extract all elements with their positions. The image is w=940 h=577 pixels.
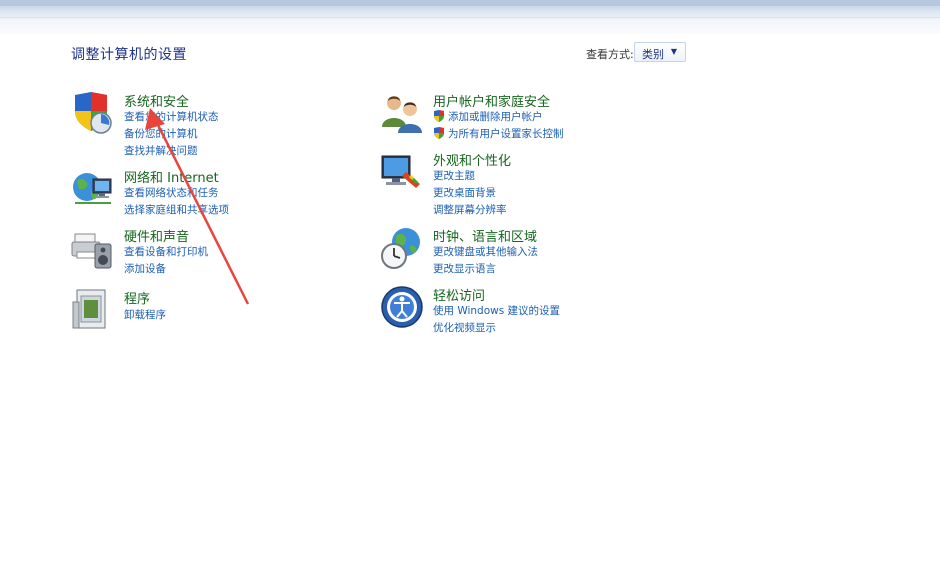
link-backup-computer[interactable]: 备份您的计算机 xyxy=(124,126,198,141)
clock-globe-icon[interactable] xyxy=(380,226,424,270)
uac-shield-icon xyxy=(434,110,444,122)
appearance-icon[interactable] xyxy=(380,150,424,194)
category-title-system-security[interactable]: 系统和安全 xyxy=(124,91,189,110)
top-bar-divider xyxy=(0,17,940,18)
view-by-value: 类别 xyxy=(642,48,664,61)
link-parental-controls-label: 为所有用户设置家长控制 xyxy=(448,128,564,140)
printer-speaker-icon[interactable] xyxy=(71,226,115,270)
category-programs: 程序 卸载程序 xyxy=(71,288,371,332)
link-optimize-video-display[interactable]: 优化视频显示 xyxy=(433,320,496,335)
link-parental-controls[interactable]: 为所有用户设置家长控制 xyxy=(433,126,564,141)
category-system-security: 系统和安全 查看您的计算机状态 备份您的计算机 查找并解决问题 xyxy=(71,91,371,161)
ease-of-access-icon[interactable] xyxy=(380,285,424,329)
uac-shield-icon xyxy=(434,127,444,139)
link-change-display-language[interactable]: 更改显示语言 xyxy=(433,261,496,276)
view-by-dropdown[interactable]: 类别 ▼ xyxy=(634,42,686,62)
link-add-remove-accounts-label: 添加或删除用户帐户 xyxy=(448,111,543,123)
link-find-fix-problems[interactable]: 查找并解决问题 xyxy=(124,143,198,158)
link-desktop-background[interactable]: 更改桌面背景 xyxy=(433,185,496,200)
category-title-network-internet[interactable]: 网络和 Internet xyxy=(124,167,219,186)
link-add-remove-accounts[interactable]: 添加或删除用户帐户 xyxy=(433,109,543,124)
link-view-computer-status[interactable]: 查看您的计算机状态 xyxy=(124,109,219,124)
programs-icon[interactable] xyxy=(71,288,115,332)
link-network-status-tasks[interactable]: 查看网络状态和任务 xyxy=(124,185,219,200)
link-screen-resolution[interactable]: 调整屏幕分辨率 xyxy=(433,202,507,217)
category-hardware-sound: 硬件和声音 查看设备和打印机 添加设备 xyxy=(71,226,371,278)
category-appearance: 外观和个性化 更改主题 更改桌面背景 调整屏幕分辨率 xyxy=(380,150,700,220)
network-globe-icon[interactable] xyxy=(71,167,115,211)
category-title-clock-language-region[interactable]: 时钟、语言和区域 xyxy=(433,226,537,245)
category-user-accounts: 用户帐户和家庭安全 添加或删除用户帐户 为所有用户设置家长控制 xyxy=(380,91,700,143)
view-by-label: 查看方式: xyxy=(586,48,634,61)
link-add-device[interactable]: 添加设备 xyxy=(124,261,166,276)
link-change-input-methods[interactable]: 更改键盘或其他输入法 xyxy=(433,244,538,259)
category-title-appearance[interactable]: 外观和个性化 xyxy=(433,150,511,169)
page-title: 调整计算机的设置 xyxy=(71,47,187,63)
window-top-bar xyxy=(0,0,940,34)
category-title-hardware-sound[interactable]: 硬件和声音 xyxy=(124,226,189,245)
shield-pc-icon[interactable] xyxy=(71,91,115,135)
category-ease-of-access: 轻松访问 使用 Windows 建议的设置 优化视频显示 xyxy=(380,285,700,337)
category-title-ease-of-access[interactable]: 轻松访问 xyxy=(433,285,485,304)
link-change-theme[interactable]: 更改主题 xyxy=(433,168,475,183)
category-title-programs[interactable]: 程序 xyxy=(124,288,150,307)
chevron-down-icon: ▼ xyxy=(670,47,677,56)
link-homegroup-sharing[interactable]: 选择家庭组和共享选项 xyxy=(124,202,229,217)
link-recommended-settings[interactable]: 使用 Windows 建议的设置 xyxy=(433,303,560,318)
users-icon[interactable] xyxy=(380,91,424,135)
category-title-user-accounts[interactable]: 用户帐户和家庭安全 xyxy=(433,91,550,110)
category-clock-language-region: 时钟、语言和区域 更改键盘或其他输入法 更改显示语言 xyxy=(380,226,700,278)
link-devices-printers[interactable]: 查看设备和打印机 xyxy=(124,244,208,259)
link-uninstall-program[interactable]: 卸载程序 xyxy=(124,307,166,322)
category-network-internet: 网络和 Internet 查看网络状态和任务 选择家庭组和共享选项 xyxy=(71,167,371,219)
